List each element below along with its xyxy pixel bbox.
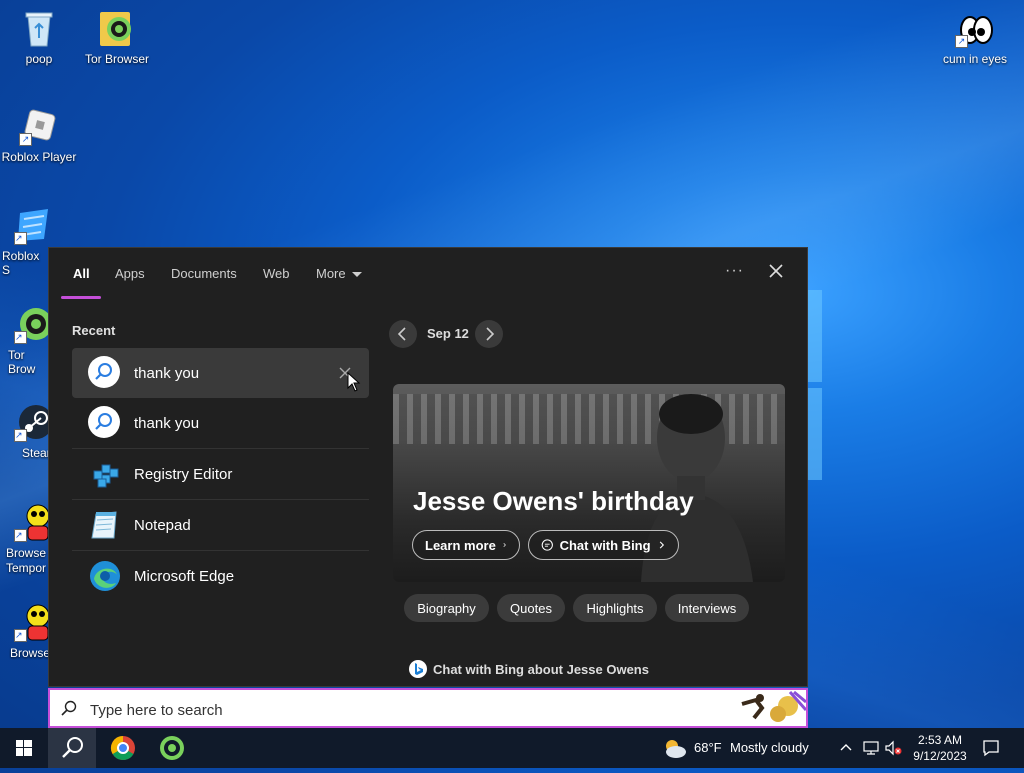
taskbar-tor-button[interactable]	[148, 728, 196, 768]
recent-item-label: Registry Editor	[134, 465, 233, 483]
search-button[interactable]	[48, 728, 96, 768]
search-icon	[62, 737, 83, 758]
highlight-date: Sep 12	[427, 326, 469, 341]
learn-more-button[interactable]: Learn more	[412, 530, 520, 560]
tab-more[interactable]: More	[316, 266, 362, 281]
roblox-icon: ↗	[19, 106, 59, 146]
recent-heading: Recent	[72, 323, 116, 338]
tab-more-label: More	[316, 266, 346, 281]
active-tab-indicator	[61, 296, 101, 299]
weather-cloudy-icon	[666, 740, 686, 758]
desktop-icon-roblox-player[interactable]: ↗ Roblox Player	[0, 106, 78, 164]
recent-item-label: thank you	[134, 364, 200, 382]
desktop-icon-tor-browser-2[interactable]: ↗ Tor Brow	[0, 304, 48, 376]
network-icon[interactable]	[862, 740, 880, 756]
taskbar: 68°F Mostly cloudy 2:53 AM 9/12/2023	[0, 728, 1024, 768]
chip-interviews[interactable]: Interviews	[665, 594, 749, 622]
mouse-cursor-icon	[347, 372, 361, 392]
caret-down-icon	[351, 272, 362, 278]
shortcut-arrow-icon: ↗	[14, 629, 27, 642]
desktop-icon-tor-browser[interactable]: Tor Browser	[78, 8, 156, 66]
weather-description[interactable]: Mostly cloudy	[730, 740, 809, 755]
recent-item-label: Microsoft Edge	[134, 567, 235, 585]
weather-temperature[interactable]: 68°F	[694, 740, 722, 755]
tab-web[interactable]: Web	[263, 266, 290, 281]
search-panel: All Apps Documents Web More ··· Recent t…	[48, 247, 808, 687]
bonzi-character-icon: ↗	[14, 602, 48, 642]
chrome-icon	[110, 736, 135, 761]
chip-quotes[interactable]: Quotes	[497, 594, 565, 622]
recent-item-label: Notepad	[134, 516, 191, 534]
bing-icon	[409, 660, 427, 678]
search-icon	[88, 356, 122, 390]
tab-documents[interactable]: Documents	[171, 266, 237, 281]
chevron-up-icon[interactable]	[838, 740, 854, 756]
search-tabs: All Apps Documents Web More ···	[49, 248, 807, 300]
chevron-right-icon	[503, 543, 506, 547]
highlight-card[interactable]: Jesse Owens' birthday Learn more Chat wi…	[393, 384, 785, 582]
next-day-button[interactable]	[475, 320, 503, 348]
desktop-icon-browse[interactable]: ↗ Browse	[0, 602, 48, 660]
registry-editor-icon	[88, 457, 122, 491]
recent-item-thank-you-2[interactable]: thank you	[72, 398, 369, 449]
chat-bubble-icon	[541, 539, 553, 551]
learn-more-label: Learn more	[425, 537, 496, 553]
desktop-icon-recycle-bin[interactable]: poop	[0, 8, 78, 66]
chip-highlights[interactable]: Highlights	[573, 594, 657, 622]
clock-date: 9/12/2023	[913, 749, 967, 763]
search-input[interactable]	[88, 698, 692, 722]
search-icon	[88, 406, 122, 440]
taskbar-search-box[interactable]	[48, 688, 808, 728]
chat-with-bing-link[interactable]: Chat with Bing about Jesse Owens	[409, 660, 649, 678]
tor-browser-icon	[97, 8, 137, 48]
recent-item-notepad[interactable]: Notepad	[72, 500, 369, 551]
chip-biography[interactable]: Biography	[404, 594, 489, 622]
recycle-bin-icon	[19, 8, 59, 48]
recent-item-registry-editor[interactable]: Registry Editor	[72, 449, 369, 500]
search-icon	[61, 700, 77, 716]
shortcut-arrow-icon: ↗	[19, 133, 32, 146]
shortcut-arrow-icon: ↗	[14, 429, 27, 442]
shortcut-arrow-icon: ↗	[14, 232, 27, 245]
notifications-icon[interactable]	[982, 739, 1000, 757]
taskbar-clock[interactable]: 2:53 AM 9/12/2023	[898, 732, 982, 764]
recent-item-thank-you-1[interactable]: thank you	[72, 348, 369, 398]
close-icon[interactable]	[765, 260, 787, 282]
highlight-title: Jesse Owens' birthday	[413, 486, 694, 516]
desktop-icon-roblox-studio[interactable]: ↗ Roblox S	[0, 205, 48, 277]
bing-doodle-icon	[741, 690, 806, 722]
clock-time: 2:53 AM	[917, 733, 963, 747]
chat-with-bing-link-label: Chat with Bing about Jesse Owens	[433, 661, 649, 677]
recent-item-label: thank you	[134, 414, 200, 432]
shortcut-arrow-icon: ↗	[14, 529, 27, 542]
recent-item-microsoft-edge[interactable]: Microsoft Edge	[72, 551, 369, 601]
chevron-right-icon	[659, 541, 664, 549]
previous-day-button[interactable]	[389, 320, 417, 348]
windows-logo-icon	[16, 740, 32, 756]
shortcut-arrow-icon: ↗	[14, 331, 27, 344]
steam-icon: ↗	[14, 402, 48, 442]
recent-list: thank you thank you Registry Editor Note…	[72, 348, 369, 601]
start-button[interactable]	[0, 728, 48, 768]
desktop-icon-browse-temporary[interactable]: ↗ Browse Tempor	[0, 502, 48, 576]
tor-browser-icon: ↗	[14, 304, 48, 344]
roblox-studio-icon: ↗	[14, 205, 48, 245]
chat-with-bing-button[interactable]: Chat with Bing	[528, 530, 679, 560]
cartoon-eyes-icon: ↗	[955, 8, 995, 48]
tab-all[interactable]: All	[73, 266, 90, 281]
chat-with-bing-label: Chat with Bing	[559, 537, 651, 553]
bonzi-character-icon: ↗	[14, 502, 48, 542]
shortcut-arrow-icon: ↗	[955, 35, 968, 48]
tab-apps[interactable]: Apps	[115, 266, 145, 281]
edge-icon	[88, 559, 122, 593]
notepad-icon	[88, 508, 122, 542]
tor-browser-icon	[160, 736, 184, 760]
more-options-icon[interactable]: ···	[725, 262, 744, 280]
taskbar-chrome-button[interactable]	[99, 728, 147, 768]
desktop-icon-steam[interactable]: ↗ Stean	[0, 402, 48, 460]
desktop-icon-cum-in-eyes[interactable]: ↗ cum in eyes	[936, 8, 1014, 66]
